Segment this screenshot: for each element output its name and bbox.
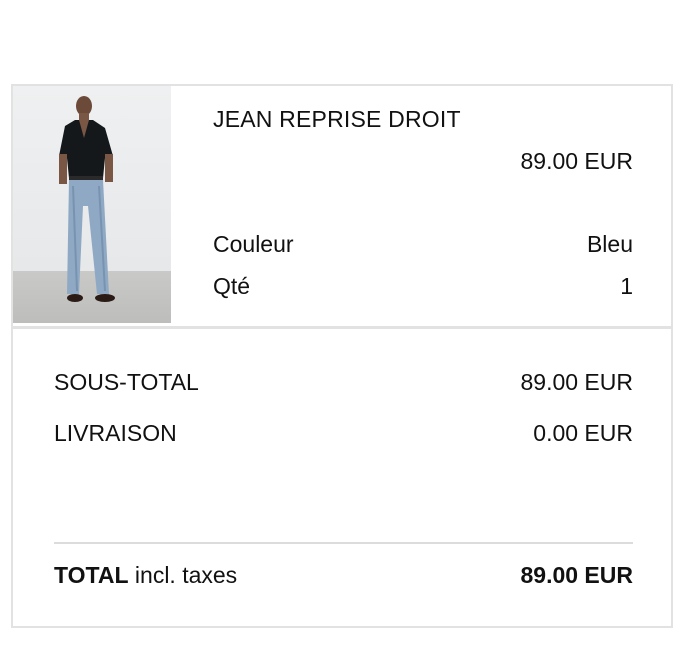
cart-item: JEAN REPRISE DROIT 89.00 EUR Couleur Ble…: [13, 86, 671, 329]
product-name[interactable]: JEAN REPRISE DROIT: [213, 106, 461, 133]
total-value: 89.00 EUR: [520, 562, 633, 588]
product-photo-icon: [59, 96, 115, 302]
shipping-label: LIVRAISON: [54, 420, 177, 446]
color-value: Bleu: [586, 231, 633, 257]
quantity-value: 1: [620, 273, 633, 299]
total-label-suffix: incl. taxes: [128, 562, 238, 588]
total-label-bold: TOTAL: [54, 562, 129, 588]
subtotal-value: 89.00 EUR: [520, 369, 633, 395]
totals-divider: [54, 542, 633, 544]
subtotal-label: SOUS-TOTAL: [54, 369, 199, 395]
product-details: JEAN REPRISE DROIT 89.00 EUR Couleur Ble…: [213, 86, 633, 323]
order-summary-card: JEAN REPRISE DROIT 89.00 EUR Couleur Ble…: [11, 84, 673, 628]
color-label: Couleur: [213, 231, 294, 257]
product-image[interactable]: [13, 86, 171, 323]
shipping-value: 0.00 EUR: [533, 420, 633, 446]
quantity-label: Qté: [213, 273, 251, 299]
total-label: TOTAL incl. taxes: [54, 562, 237, 589]
product-price: 89.00 EUR: [520, 148, 633, 174]
totals-section: SOUS-TOTAL 89.00 EUR LIVRAISON 0.00 EUR …: [54, 329, 633, 626]
